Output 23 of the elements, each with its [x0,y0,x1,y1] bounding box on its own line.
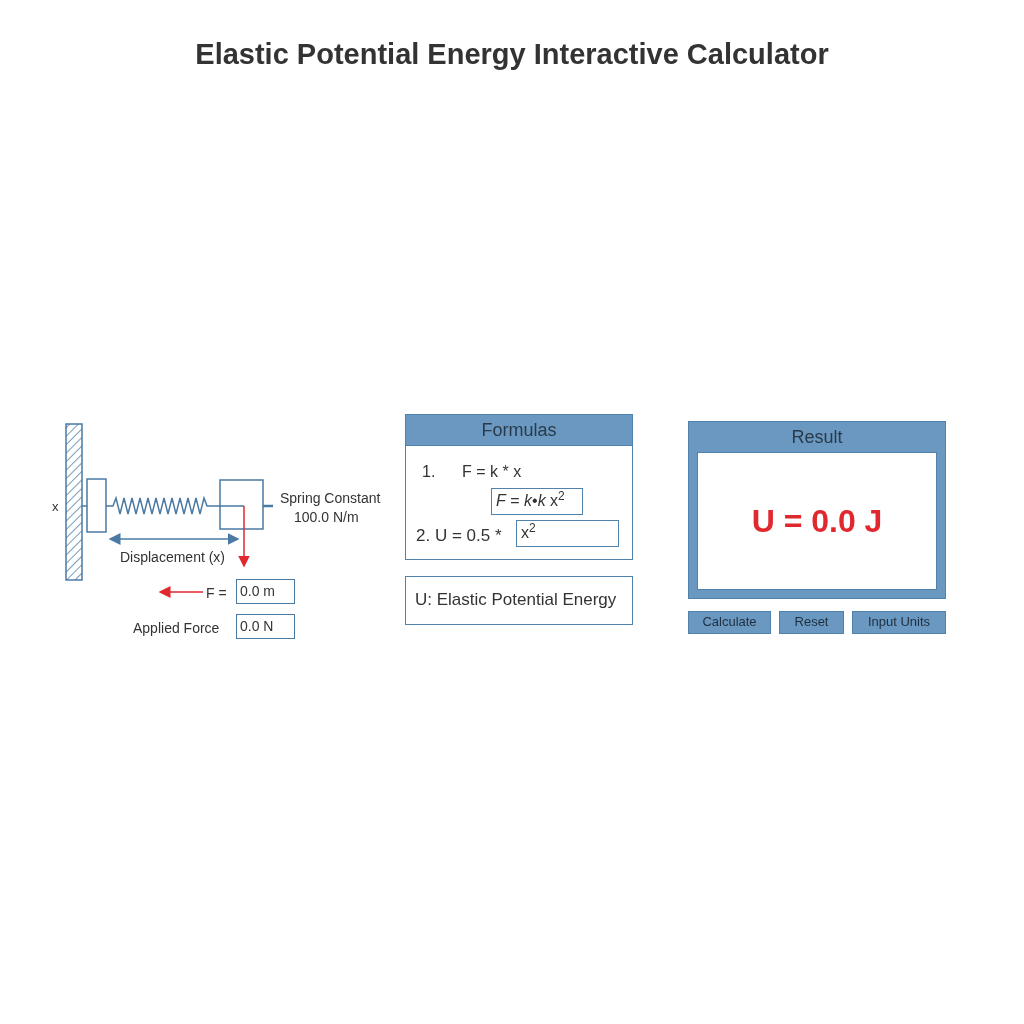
formula-field[interactable]: x$^{2}$ [516,519,619,547]
panel-header: Result [790,425,844,449]
result-value: U = 0.0 J [751,501,883,541]
force-field[interactable]: 0.0 m [236,578,295,604]
wall-label: x [52,497,59,516]
page-title: Elastic Potential Energy Interactive Calculator [195,37,829,72]
force-arrow [158,585,204,598]
action-button[interactable]: Reset [779,610,844,634]
action-button[interactable]: Calculate [688,610,771,634]
formula-text: F = k * x [462,461,522,482]
spring-constant-label: Spring Constant [280,488,381,508]
formula-number: 1. [422,461,436,482]
legend-text: U: Elastic Potential Energy [405,575,633,625]
applied-force-field[interactable]: 0.0 N [236,613,295,639]
force-arrow [238,504,250,567]
spring-constant-value: 100.0 N/m [294,507,359,527]
applied-force-label: Applied Force [133,618,220,638]
panel-header: Formulas [406,414,632,446]
formula-field[interactable]: F = k•k x$^{2}$ [491,487,583,515]
displacement-label: Displacement (x) [120,547,226,567]
formula-text: 2. U = 0.5 * [416,524,502,547]
force-label: F = [206,583,227,603]
action-button[interactable]: Input Units [852,610,946,634]
